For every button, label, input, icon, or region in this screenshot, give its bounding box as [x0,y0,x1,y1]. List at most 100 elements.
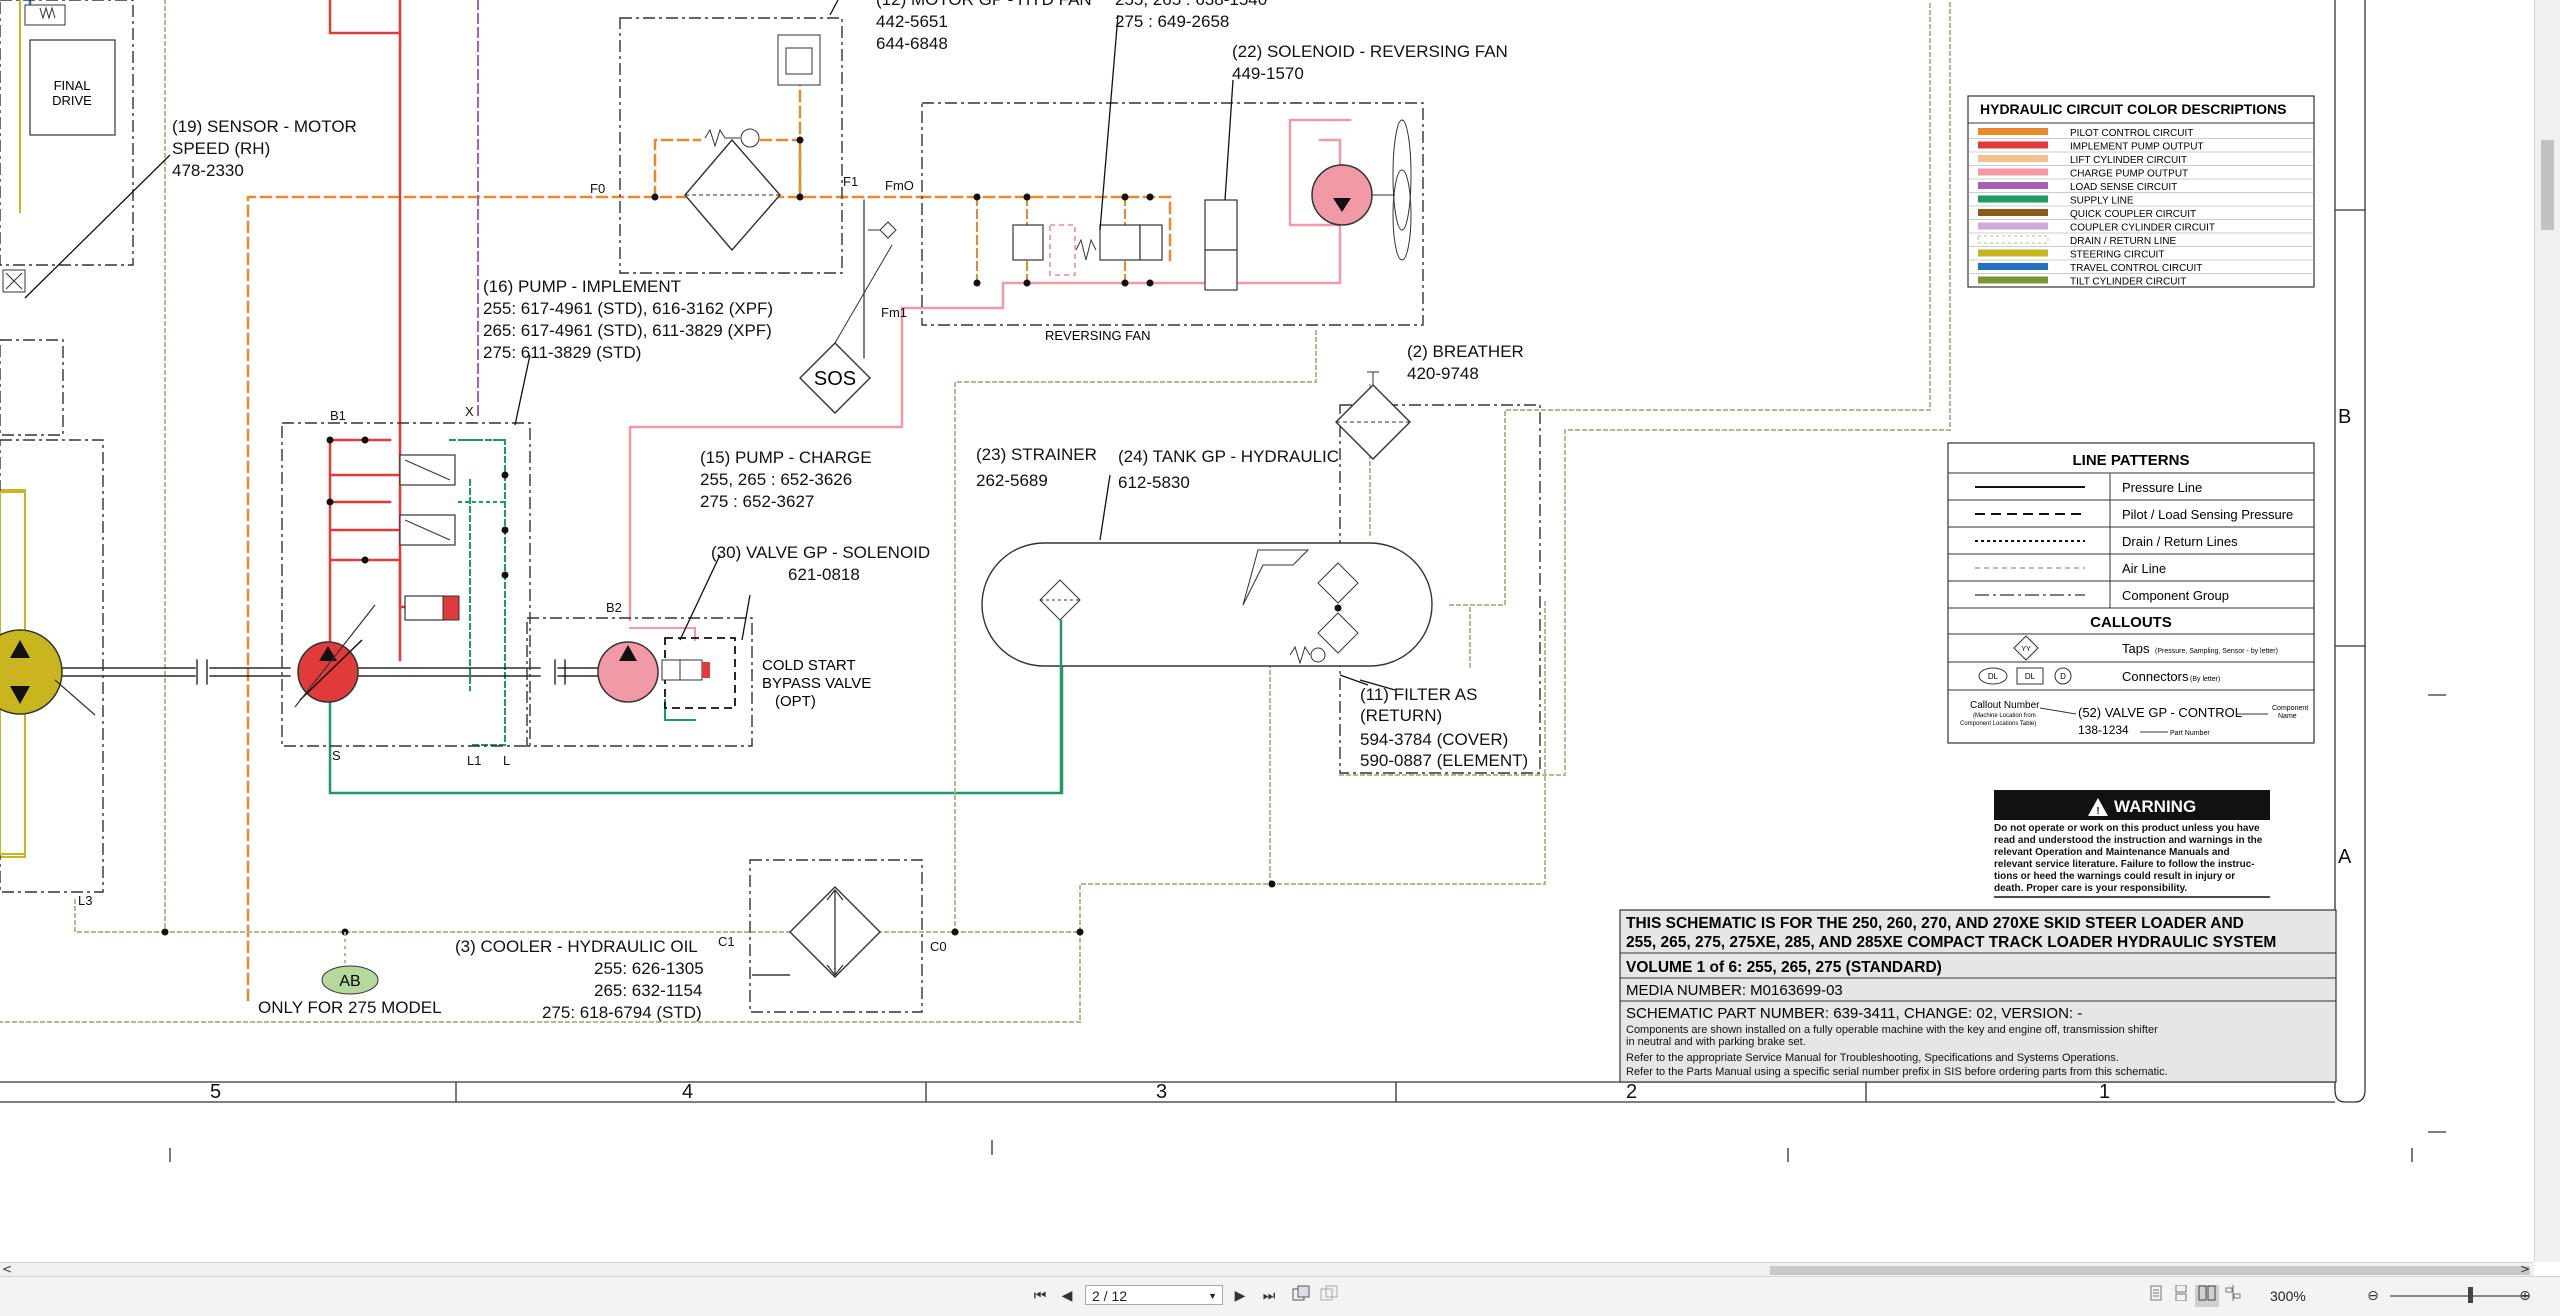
svg-text:!: ! [2096,806,2099,817]
port-label: L1 [467,753,481,768]
page-number-field[interactable]: 2 / 12 ▼ [1085,1285,1223,1305]
vertical-scrollbar[interactable] [2534,0,2560,1262]
callout-solenoid-reversing-fan: (22) SOLENOID - REVERSING FAN 449-1570 [1232,42,1508,83]
title-block-part: SCHEMATIC PART NUMBER: 639-3411, CHANGE:… [1626,1005,2082,1022]
connectors-note: (By letter) [2190,676,2220,683]
color-swatch [1978,222,2048,230]
grid-column-label: 5 [210,1081,221,1103]
title-block-note: Refer to the appropriate Service Manual … [1626,1052,2119,1064]
single-page-view-icon[interactable] [2145,1285,2167,1307]
color-swatch [1978,141,2048,149]
color-legend-label: DRAIN / RETURN LINE [2070,236,2176,247]
zoom-slider[interactable] [2390,1295,2530,1297]
port-label: L [503,753,510,768]
title-block-line: 255, 265, 275, 275XE, 285, AND 285XE COM… [1626,934,2276,951]
vertical-scroll-thumb[interactable] [2541,140,2554,230]
horizontal-scrollbar[interactable]: < > [0,1262,2534,1277]
callout-example-part: 138-1234 [2078,723,2129,737]
color-legend-label: SUPPLY LINE [2070,196,2134,207]
port-label: X [465,404,474,419]
zoom-slider-handle[interactable] [2468,1287,2473,1303]
last-page-button[interactable]: ⏭ [1255,1285,1283,1307]
callout-cooler-hydraulic-oil: (3) COOLER - HYDRAULIC OIL 255: 626-1305 2… [455,937,704,1022]
warning-text: death. Proper care is your responsibilit… [1994,883,2187,894]
color-legend-label: LIFT CYLINDER CIRCUIT [2070,155,2187,166]
callout-number-note: (Machine Location from [1973,713,2036,719]
color-swatch [1978,249,2048,257]
continuous-page-view-icon[interactable] [2170,1284,2192,1307]
callouts-title: CALLOUTS [2090,614,2172,631]
document-viewport[interactable]: FINAL DRIVE SOS AB 442-5651 644-6848 275… [0,0,2560,1262]
port-label: Fm1 [881,305,907,320]
title-block-line: THIS SCHEMATIC IS FOR THE 250, 260, 270,… [1626,915,2244,932]
connector-symbol-label: DL [1988,672,1999,681]
color-legend-label: CHARGE PUMP OUTPUT [2070,169,2188,180]
color-legend-label: LOAD SENSE CIRCUIT [2070,182,2177,193]
part-number-note: Part Number [2170,730,2210,737]
zoom-in-button[interactable]: ⊕ [2514,1285,2536,1307]
warning-text: Do not operate or work on this product u… [1994,823,2260,834]
callout-number-label: Callout Number [1970,700,2040,711]
page-indicator: 2 / 12 [1092,1288,1128,1304]
two-page-view-icon[interactable] [2195,1285,2219,1307]
grid-row-label: A [2338,846,2352,868]
connector-symbol-label: D [2060,672,2066,681]
line-pattern-label: Pilot / Load Sensing Pressure [2122,507,2293,522]
color-swatch [1978,263,2048,270]
component-name-note: Name [2278,713,2297,720]
callout-valve-gp-solenoid: (30) VALVE GP - SOLENOID 621-0818 [711,543,930,584]
color-legend-label: TILT CYLINDER CIRCUIT [2070,277,2186,288]
two-page-continuous-icon[interactable] [2222,1285,2244,1307]
callout-filter-return: (11) FILTER AS (RETURN) 594-3784 (COVER) 59… [1360,685,1528,770]
zoom-out-button[interactable]: ⊖ [2362,1285,2384,1307]
grid-column-label: 3 [1156,1081,1167,1103]
title-block-note: in neutral and with parking brake set. [1626,1036,1806,1048]
color-swatch [1978,209,2048,216]
connectors-label: Connectors [2122,669,2189,684]
line-pattern-label: Air Line [2122,561,2166,576]
port-label: C1 [718,934,735,949]
callout-breather: (2) BREATHER 420-9748 [1407,342,1524,383]
color-swatch [1978,128,2048,135]
port-label: B1 [330,408,346,423]
title-block-media: MEDIA NUMBER: M0163699-03 [1626,982,1843,999]
warning-text: tions or heed the warnings could result … [1994,871,2235,882]
warning-title: WARNING [2114,797,2196,816]
grid-column-label: 4 [682,1081,693,1103]
line-pattern-label: Drain / Return Lines [2122,534,2238,549]
ab-model-note: ONLY FOR 275 MODEL [258,998,442,1017]
first-page-button[interactable]: ⏮ [1028,1285,1052,1307]
previous-page-button[interactable]: ◀ [1055,1285,1079,1307]
continuous-view-icon[interactable] [1290,1285,1312,1307]
chevron-down-icon: ▼ [1208,1291,1217,1301]
line-patterns-title: LINE PATTERNS [2073,452,2190,469]
next-page-button[interactable]: ▶ [1228,1285,1252,1307]
color-legend-label: STEERING CIRCUIT [2070,250,2164,261]
facing-view-icon[interactable] [1318,1285,1340,1307]
warning-text: read and understood the instruction and … [1994,835,2263,846]
grid-row-label: B [2338,406,2351,428]
horizontal-scroll-thumb[interactable] [1770,1266,2530,1275]
taps-note: (Pressure, Sampling, Sensor - by letter) [2155,648,2278,655]
final-drive-label: FINAL DRIVE [52,78,92,108]
title-block-note: Refer to the Parts Manual using a specif… [1626,1066,2168,1078]
component-name-note: Component [2272,705,2308,712]
callout-tank-gp-hydraulic: (24) TANK GP - HYDRAULIC 612-5830 [1118,447,1339,492]
color-swatch [1978,182,2048,189]
color-swatch [1978,168,2048,176]
grid-column-label: 2 [1626,1081,1637,1103]
hydraulic-schematic: FINAL DRIVE SOS AB 442-5651 644-6848 275… [0,0,2446,1162]
line-patterns-legend: LINE PATTERNS Pressure Line Pilot / Load… [1947,442,2315,744]
color-swatch [1978,155,2048,162]
color-legend-label: TRAVEL CONTROL CIRCUIT [2070,263,2202,274]
callout-sensor-motor-speed: (19) SENSOR - MOTOR SPEED (RH) 478-2330 [172,117,357,180]
callout-number-note: Component Locations Table) [1960,721,2036,727]
tap-symbol-label: YY [2021,646,2031,653]
port-label: L3 [78,893,92,908]
line-pattern-label: Component Group [2122,588,2229,603]
line-pattern-label: Pressure Line [2122,480,2202,495]
port-label: FmO [885,178,914,193]
reversing-fan-label: REVERSING FAN [1045,328,1150,343]
ab-tag: AB [339,973,360,990]
zoom-level: 300% [2270,1288,2306,1304]
